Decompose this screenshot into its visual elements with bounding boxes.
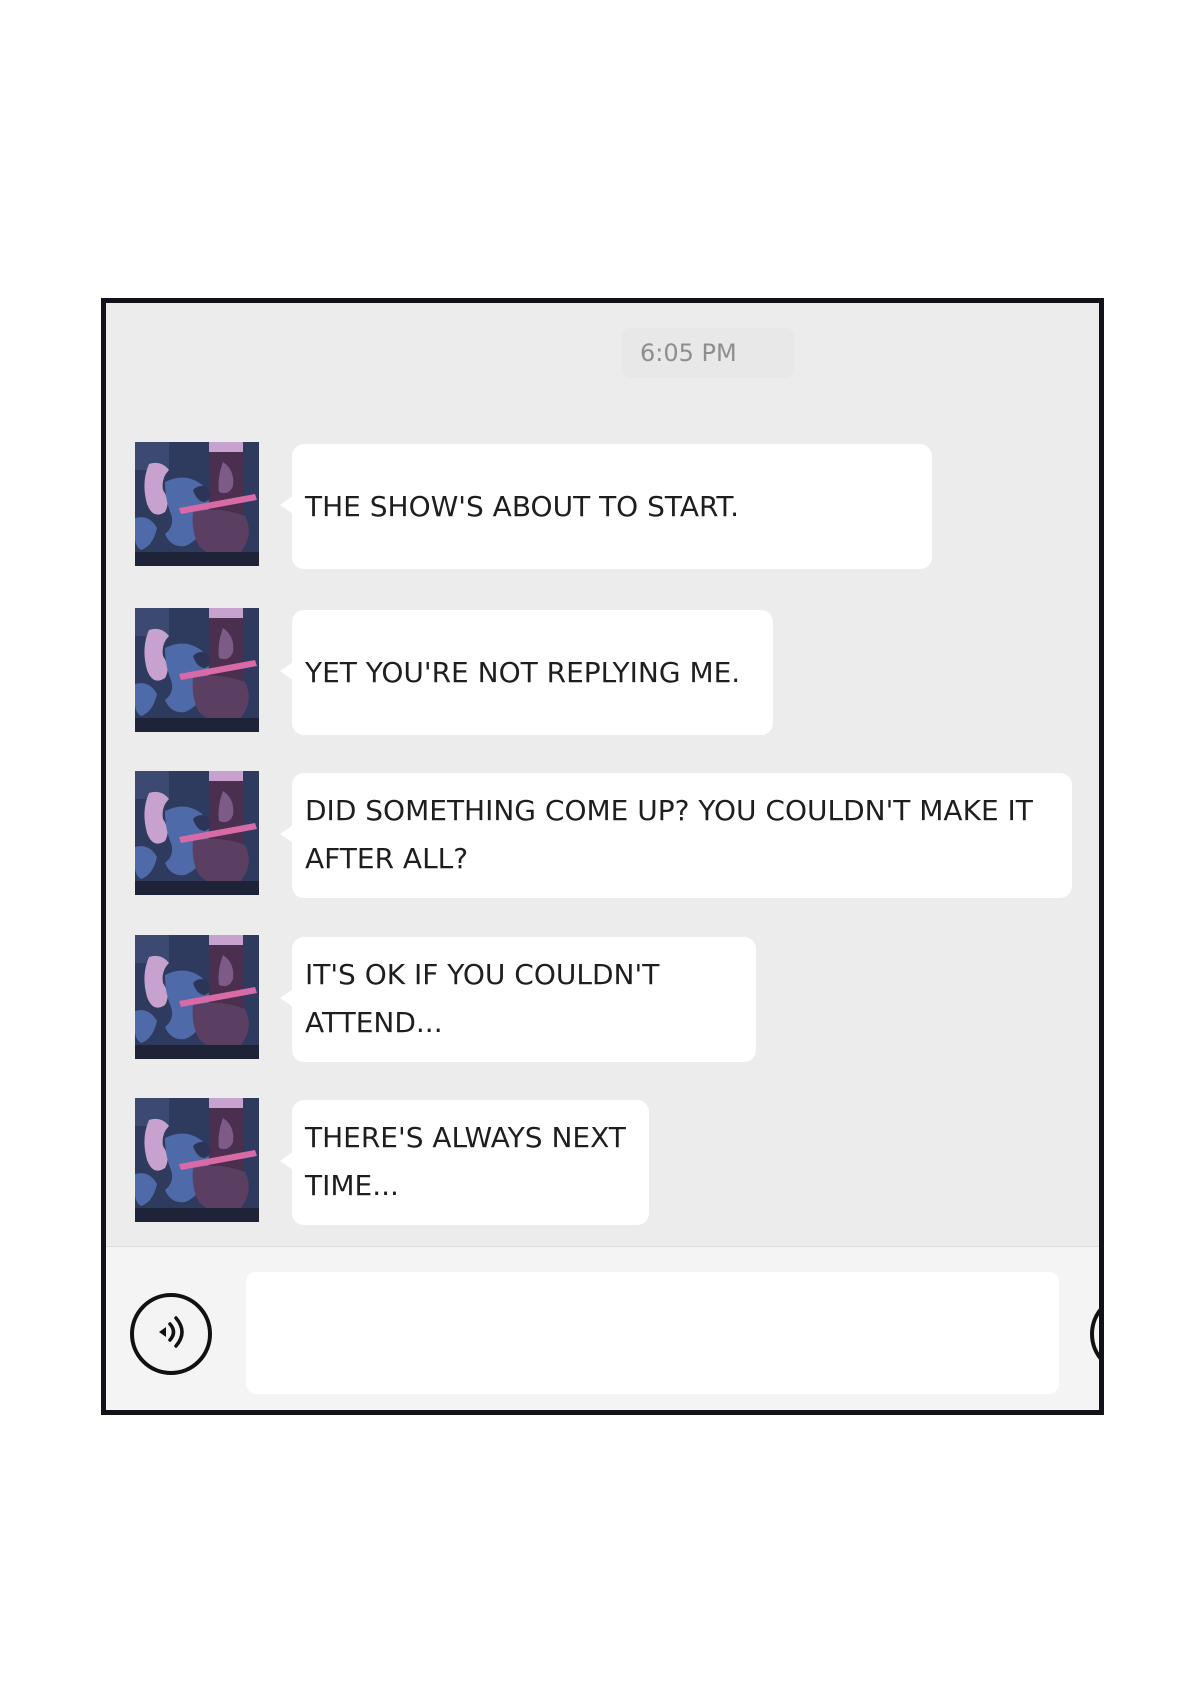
message-bubble[interactable]: DID SOMETHING COME UP? YOU COULDN'T MAKE…	[280, 773, 1072, 898]
timestamp: 6:05 PM	[622, 328, 794, 378]
avatar[interactable]	[135, 608, 259, 732]
message-input[interactable]	[246, 1272, 1059, 1394]
avatar[interactable]	[135, 771, 259, 895]
message-bubble[interactable]: YET YOU'RE NOT REPLYING ME.	[280, 610, 773, 735]
voice-icon	[149, 1310, 193, 1358]
avatar[interactable]	[135, 442, 259, 566]
avatar[interactable]	[135, 1098, 259, 1222]
message-bubble[interactable]: THE SHOW'S ABOUT TO START.	[280, 444, 932, 569]
voice-button[interactable]	[130, 1293, 212, 1375]
message-bubble[interactable]: THERE'S ALWAYS NEXT TIME...	[280, 1100, 649, 1225]
message-bubble[interactable]: IT'S OK IF YOU COULDN'T ATTEND...	[280, 937, 756, 1062]
avatar[interactable]	[135, 935, 259, 1059]
page-margin	[1104, 0, 1200, 1708]
